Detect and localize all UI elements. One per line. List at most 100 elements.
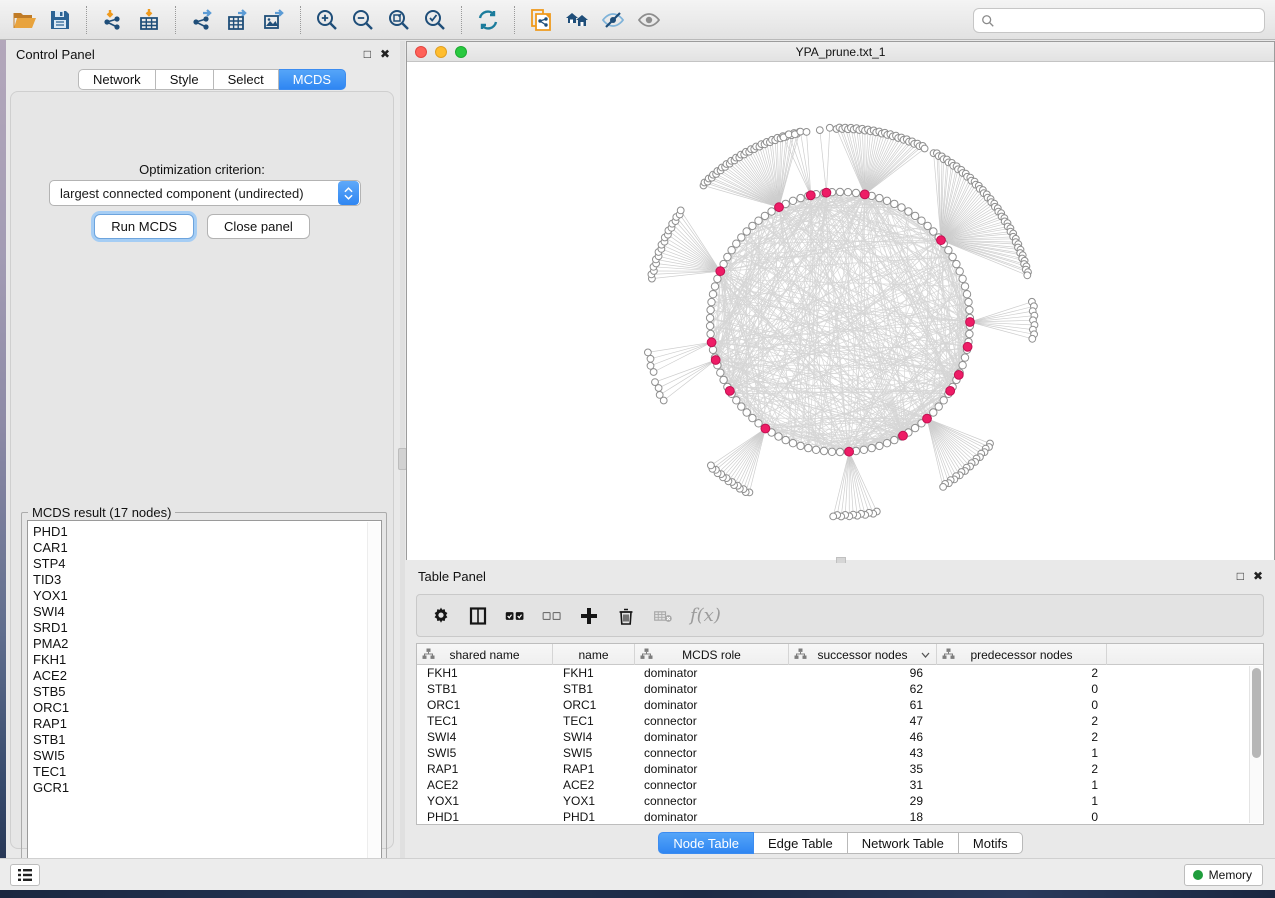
mcds-result-item[interactable]: STP4 [33, 556, 381, 572]
tab-style[interactable]: Style [156, 69, 214, 90]
mcds-result-fieldset: MCDS result (17 nodes) PHD1CAR1STP4TID3Y… [21, 512, 387, 884]
zoom-selected-button[interactable] [420, 5, 450, 35]
hide-selected-button[interactable] [598, 5, 628, 35]
mcds-result-item[interactable]: STB5 [33, 684, 381, 700]
mcds-list-scrollbar[interactable] [367, 522, 380, 878]
vertical-splitter[interactable] [400, 41, 405, 858]
close-table-panel-button[interactable]: ✖ [1253, 570, 1263, 582]
function-builder-button[interactable]: f(x) [690, 605, 721, 626]
optimization-criterion-label: Optimization criterion: [11, 162, 393, 177]
export-image-icon [262, 8, 286, 32]
table-settings-button[interactable] [431, 606, 451, 626]
tab-mcds[interactable]: MCDS [279, 69, 346, 90]
column-header-predecessor-nodes[interactable]: predecessor nodes [937, 644, 1107, 665]
table-cell [1107, 745, 1249, 761]
close-panel-icon-button[interactable]: ✖ [380, 48, 390, 60]
network-canvas[interactable] [407, 63, 1274, 560]
shared-column-icon [640, 648, 653, 660]
table-cell [1107, 809, 1249, 824]
mcds-result-item[interactable]: YOX1 [33, 588, 381, 604]
search-input[interactable] [1000, 13, 1257, 28]
float-panel-button[interactable]: □ [364, 48, 371, 60]
delete-row-button[interactable] [616, 606, 636, 626]
table-row[interactable]: PHD1PHD1dominator180 [417, 809, 1249, 824]
export-network-button[interactable] [187, 5, 217, 35]
first-neighbors-button[interactable] [562, 5, 592, 35]
zoom-fit-button[interactable] [384, 5, 414, 35]
refresh-icon [476, 8, 500, 32]
mcds-result-item[interactable]: SWI5 [33, 748, 381, 764]
import-network-button[interactable] [98, 5, 128, 35]
table-cell: SWI5 [553, 745, 635, 761]
mcds-result-item[interactable]: RAP1 [33, 716, 381, 732]
mcds-result-listbox[interactable]: PHD1CAR1STP4TID3YOX1SWI4SRD1PMA2FKH1ACE2… [27, 520, 382, 878]
zoom-in-button[interactable] [312, 5, 342, 35]
export-image-button[interactable] [259, 5, 289, 35]
table-scrollbar-thumb[interactable] [1252, 668, 1261, 758]
table-row[interactable]: ACE2ACE2connector311 [417, 777, 1249, 793]
mcds-result-item[interactable]: ACE2 [33, 668, 381, 684]
table-row[interactable]: RAP1RAP1dominator352 [417, 761, 1249, 777]
tab-network[interactable]: Network [78, 69, 156, 90]
zoom-out-button[interactable] [348, 5, 378, 35]
tab-edge-table[interactable]: Edge Table [754, 832, 848, 854]
save-floppy-icon [48, 8, 72, 32]
table-row[interactable]: SWI5SWI5connector431 [417, 745, 1249, 761]
duplicate-network-button[interactable] [526, 5, 556, 35]
plus-icon [579, 606, 599, 626]
memory-button[interactable]: Memory [1184, 864, 1263, 886]
mcds-result-item[interactable]: TEC1 [33, 764, 381, 780]
mcds-result-item[interactable]: CAR1 [33, 540, 381, 556]
mcds-result-item[interactable]: TID3 [33, 572, 381, 588]
table-cell: connector [635, 745, 789, 761]
table-row[interactable]: SWI4SWI4dominator462 [417, 729, 1249, 745]
table-row[interactable]: ORC1ORC1dominator610 [417, 697, 1249, 713]
open-folder-icon [12, 8, 36, 32]
show-column-button[interactable] [468, 606, 488, 626]
table-cell: TEC1 [553, 713, 635, 729]
control-panel-title: Control Panel [16, 47, 95, 62]
table-scrollbar[interactable] [1249, 666, 1262, 823]
run-mcds-button[interactable]: Run MCDS [94, 214, 194, 239]
mcds-result-item[interactable]: GCR1 [33, 780, 381, 796]
add-row-button[interactable] [579, 606, 599, 626]
table-row[interactable]: TEC1TEC1connector472 [417, 713, 1249, 729]
column-header-mcds-role[interactable]: MCDS role [635, 644, 789, 665]
mcds-result-item[interactable]: SRD1 [33, 620, 381, 636]
table-cell: YOX1 [553, 793, 635, 809]
table-row[interactable]: FKH1FKH1dominator962 [417, 665, 1249, 681]
criterion-dropdown[interactable]: largest connected component (undirected) [49, 180, 361, 206]
save-session-button[interactable] [45, 5, 75, 35]
column-header-shared-name[interactable]: shared name [417, 644, 553, 665]
open-file-button[interactable] [9, 5, 39, 35]
mcds-result-item[interactable]: FKH1 [33, 652, 381, 668]
table-cell: 2 [937, 761, 1107, 777]
node-table-body[interactable]: FKH1FKH1dominator962STB1STB1dominator620… [417, 665, 1249, 824]
column-header-successor-nodes[interactable]: successor nodes [789, 644, 937, 665]
column-header-name[interactable]: name [553, 644, 635, 665]
task-history-button[interactable] [10, 864, 40, 886]
mcds-result-item[interactable]: SWI4 [33, 604, 381, 620]
float-table-panel-button[interactable]: □ [1237, 570, 1244, 582]
show-all-button[interactable] [634, 5, 664, 35]
import-table-button[interactable] [134, 5, 164, 35]
delete-table-button[interactable] [653, 606, 673, 626]
select-all-button[interactable] [505, 606, 525, 626]
tab-motifs[interactable]: Motifs [959, 832, 1023, 854]
table-row[interactable]: STB1STB1dominator620 [417, 681, 1249, 697]
tab-select[interactable]: Select [214, 69, 279, 90]
refresh-layout-button[interactable] [473, 5, 503, 35]
mcds-result-item[interactable]: PHD1 [33, 524, 381, 540]
network-window-titlebar[interactable]: YPA_prune.txt_1 [407, 42, 1274, 62]
table-cell: 0 [937, 681, 1107, 697]
mcds-result-item[interactable]: STB1 [33, 732, 381, 748]
tab-network-table[interactable]: Network Table [848, 832, 959, 854]
export-table-button[interactable] [223, 5, 253, 35]
mcds-result-item[interactable]: ORC1 [33, 700, 381, 716]
close-panel-button[interactable]: Close panel [207, 214, 310, 239]
tab-node-table[interactable]: Node Table [658, 832, 754, 854]
table-row[interactable]: YOX1YOX1connector291 [417, 793, 1249, 809]
mcds-result-item[interactable]: PMA2 [33, 636, 381, 652]
columns-icon [468, 606, 488, 626]
deselect-all-button[interactable] [542, 606, 562, 626]
